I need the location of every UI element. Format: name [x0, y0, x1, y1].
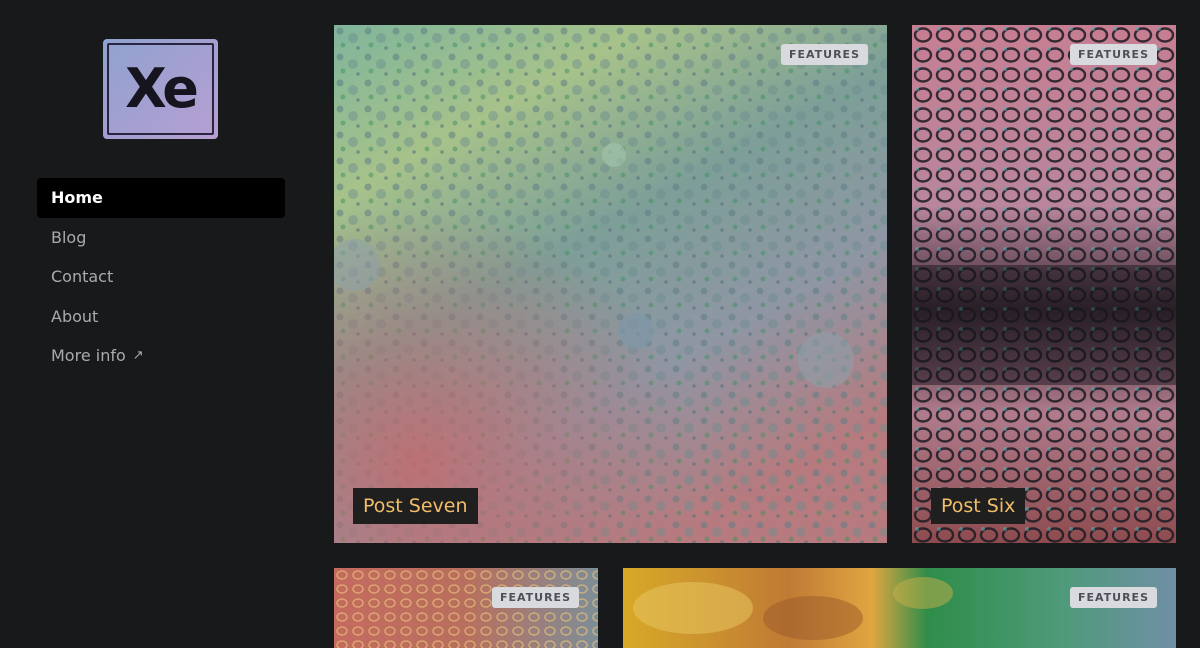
logo-frame: Xe [107, 43, 214, 135]
post-cover-image [912, 25, 1176, 543]
post-card[interactable]: FEATURES [623, 568, 1176, 648]
external-link-icon: ↗ [132, 348, 144, 364]
nav-item-label: Home [51, 188, 103, 208]
nav-item-about[interactable]: About [37, 297, 285, 337]
nav-item-label: About [51, 306, 99, 326]
nav-item-home[interactable]: Home [37, 178, 285, 218]
nav-item-more-info[interactable]: More info ↗ [37, 336, 285, 376]
post-cover-image [623, 568, 1176, 648]
category-badge[interactable]: FEATURES [1069, 44, 1157, 65]
nav-item-contact[interactable]: Contact [37, 257, 285, 297]
post-cover-image [334, 25, 887, 543]
nav-item-label: Blog [51, 227, 87, 247]
post-card-six[interactable]: FEATURES Post Six [912, 25, 1176, 543]
post-cover-image [334, 568, 598, 648]
post-title[interactable]: Post Six [931, 488, 1026, 524]
category-badge[interactable]: FEATURES [491, 587, 579, 608]
post-card-seven[interactable]: FEATURES Post Seven [334, 25, 887, 543]
category-badge[interactable]: FEATURES [1069, 587, 1157, 608]
sidebar: Xe Home Blog Contact About More info ↗ [0, 0, 322, 630]
logo-text: Xe [125, 57, 199, 120]
main-nav: Home Blog Contact About More info ↗ [37, 178, 285, 376]
site-logo[interactable]: Xe [103, 39, 218, 139]
nav-item-label: Contact [51, 267, 114, 287]
post-card[interactable]: FEATURES [334, 568, 598, 648]
category-badge[interactable]: FEATURES [780, 44, 868, 65]
nav-item-blog[interactable]: Blog [37, 218, 285, 258]
nav-item-label: More info [51, 346, 126, 366]
post-title[interactable]: Post Seven [353, 488, 478, 524]
